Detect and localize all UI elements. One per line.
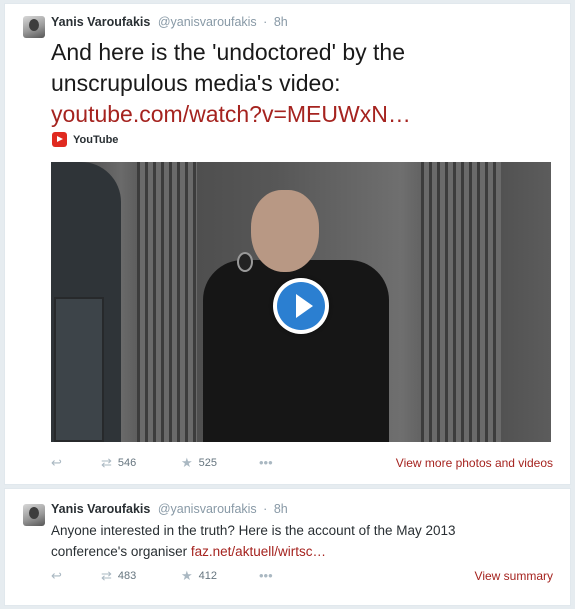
- retweet-button[interactable]: ⇄ 546: [101, 456, 181, 469]
- tweet-text-line: Anyone interested in the truth? Here is …: [51, 523, 456, 538]
- tweet-actions: ↩ ⇄ 546 ★ 525 •••: [51, 456, 273, 469]
- author-handle[interactable]: @yanisvaroufakis: [158, 502, 257, 516]
- more-button[interactable]: •••: [259, 456, 273, 469]
- retweet-count: 546: [117, 456, 137, 469]
- microphone: [237, 252, 253, 272]
- star-icon: ★: [181, 568, 193, 583]
- tweet-header: Yanis Varoufakis @yanisvaroufakis · 8h: [51, 502, 288, 516]
- card-source-label: YouTube: [73, 133, 119, 146]
- more-icon: •••: [259, 568, 273, 583]
- retweet-icon: ⇄: [101, 568, 112, 583]
- tweet-actions: ↩ ⇄ 483 ★ 412 •••: [51, 569, 273, 582]
- tweet-text: Anyone interested in the truth? Here is …: [51, 520, 551, 562]
- star-icon: ★: [181, 455, 193, 470]
- view-media-link[interactable]: View more photos and videos: [396, 456, 553, 470]
- separator: ·: [263, 15, 268, 29]
- retweet-button[interactable]: ⇄ 483: [101, 569, 181, 582]
- favorite-button[interactable]: ★ 412: [181, 569, 259, 582]
- speaker-head: [251, 190, 319, 272]
- more-button[interactable]: •••: [259, 569, 273, 582]
- play-icon[interactable]: [273, 278, 329, 334]
- tweet-link[interactable]: faz.net/aktuell/wirtsc…: [191, 544, 326, 559]
- avatar[interactable]: [23, 504, 45, 526]
- timestamp[interactable]: 8h: [274, 502, 288, 516]
- favorite-count: 412: [198, 569, 218, 582]
- tweet-link[interactable]: youtube.com/watch?v=MEUWxN…: [51, 99, 551, 130]
- video-thumbnail[interactable]: [51, 162, 551, 442]
- tweet[interactable]: Yanis Varoufakis @yanisvaroufakis · 8h A…: [4, 488, 571, 606]
- favorite-button[interactable]: ★ 525: [181, 456, 259, 469]
- tweet-header: Yanis Varoufakis @yanisvaroufakis · 8h: [51, 15, 288, 29]
- retweet-count: 483: [117, 569, 137, 582]
- tweet-text-line: conference's organiser faz.net/aktuell/w…: [51, 541, 551, 562]
- author-name[interactable]: Yanis Varoufakis: [51, 15, 150, 29]
- tweet-text-line: And here is the 'undoctored' by the: [51, 39, 406, 65]
- view-summary-link[interactable]: View summary: [475, 569, 553, 583]
- avatar[interactable]: [23, 16, 45, 38]
- author-name[interactable]: Yanis Varoufakis: [51, 502, 150, 516]
- separator: ·: [263, 502, 268, 516]
- more-icon: •••: [259, 455, 273, 470]
- timestamp[interactable]: 8h: [274, 15, 288, 29]
- reply-icon: ↩: [51, 455, 62, 470]
- tweet-text-prefix: conference's organiser: [51, 544, 191, 559]
- video-door: [54, 297, 104, 442]
- favorite-count: 525: [198, 456, 218, 469]
- youtube-icon: [52, 132, 67, 147]
- tweet-text-line: unscrupulous media's video:: [51, 70, 341, 96]
- tweet[interactable]: Yanis Varoufakis @yanisvaroufakis · 8h A…: [4, 3, 571, 485]
- retweet-icon: ⇄: [101, 455, 112, 470]
- tweet-text: And here is the 'undoctored' by the unsc…: [51, 37, 551, 130]
- reply-button[interactable]: ↩: [51, 456, 101, 469]
- reply-icon: ↩: [51, 568, 62, 583]
- card-source[interactable]: YouTube: [52, 132, 118, 147]
- video-column: [137, 162, 197, 442]
- reply-button[interactable]: ↩: [51, 569, 101, 582]
- video-column: [421, 162, 501, 442]
- author-handle[interactable]: @yanisvaroufakis: [158, 15, 257, 29]
